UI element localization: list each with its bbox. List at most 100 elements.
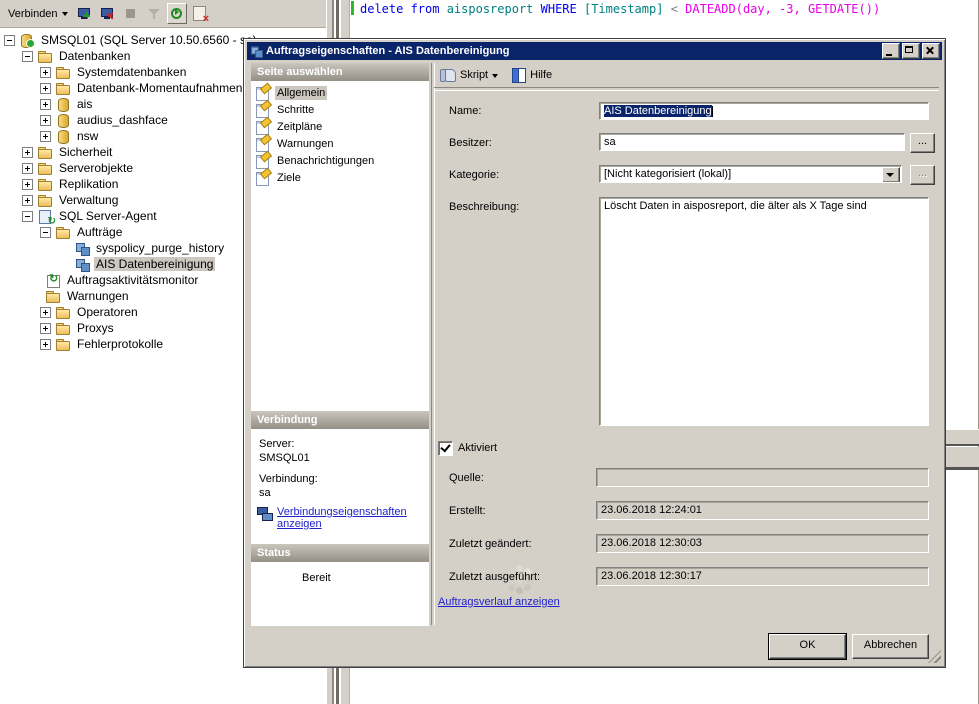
page-icon xyxy=(255,153,271,168)
status-header: Status xyxy=(251,544,429,562)
cancel-button[interactable]: Abbrechen xyxy=(852,634,929,659)
folder-icon xyxy=(38,49,54,64)
script-error-icon xyxy=(193,6,206,21)
status-text: Bereit xyxy=(302,572,331,584)
maximize-button[interactable] xyxy=(902,43,920,59)
name-input[interactable]: AIS Datenbereinigung xyxy=(599,102,929,120)
nav-item-benachrichtigungen[interactable]: Benachrichtigungen xyxy=(251,152,429,169)
connection-properties-icon xyxy=(257,506,274,521)
folder-icon xyxy=(56,337,72,352)
nav-item-ziele[interactable]: Ziele xyxy=(251,169,429,186)
page-icon xyxy=(255,102,271,117)
category-select[interactable]: [Nicht kategorisiert (lokal)] xyxy=(599,165,902,183)
refresh-icon xyxy=(171,8,182,19)
executed-label: Zuletzt ausgeführt: xyxy=(449,571,540,583)
expand-icon[interactable] xyxy=(22,179,33,190)
modified-label: Zuletzt geändert: xyxy=(449,538,532,550)
folder-icon xyxy=(38,161,54,176)
expand-icon[interactable] xyxy=(40,339,51,350)
page-list: Allgemein Schritte Zeitpläne Warnungen B… xyxy=(251,81,429,411)
folder-icon xyxy=(56,305,72,320)
folder-icon xyxy=(56,81,72,96)
refresh-button[interactable] xyxy=(167,3,187,24)
folder-icon xyxy=(56,65,72,80)
sql-code-line[interactable]: delete from aisposreport WHERE [Timestam… xyxy=(360,2,880,16)
expand-icon[interactable] xyxy=(22,163,33,174)
help-button[interactable]: Hilfe xyxy=(506,67,556,83)
nav-item-warnungen[interactable]: Warnungen xyxy=(251,135,429,152)
connect-button[interactable]: Verbinden xyxy=(4,3,72,24)
expand-icon[interactable] xyxy=(22,147,33,158)
activity-monitor-icon xyxy=(46,273,62,288)
dropdown-arrow-icon[interactable] xyxy=(882,167,900,183)
nav-item-zeitplaene[interactable]: Zeitpläne xyxy=(251,118,429,135)
expand-icon[interactable] xyxy=(40,115,51,126)
folder-icon xyxy=(38,145,54,160)
stop-icon xyxy=(126,9,135,18)
ok-button[interactable]: OK xyxy=(769,634,846,659)
owner-input[interactable]: sa xyxy=(599,133,905,151)
expand-icon[interactable] xyxy=(40,307,51,318)
folder-icon xyxy=(38,193,54,208)
collapse-icon[interactable] xyxy=(22,211,33,222)
nav-item-schritte[interactable]: Schritte xyxy=(251,101,429,118)
help-book-icon xyxy=(510,68,526,82)
expand-icon[interactable] xyxy=(40,323,51,334)
server-value: SMSQL01 xyxy=(251,450,429,464)
object-explorer-toolbar: Verbinden xyxy=(0,0,326,28)
enabled-checkbox[interactable] xyxy=(438,441,453,456)
connection-properties-link[interactable]: Verbindungseigenschaftenanzeigen xyxy=(277,506,407,530)
connect-button-label: Verbinden xyxy=(8,8,58,20)
chevron-down-icon xyxy=(62,12,68,19)
disconnect-button[interactable] xyxy=(98,3,118,24)
connect-server-icon xyxy=(78,8,91,20)
dialog-titlebar[interactable]: Auftragseigenschaften - AIS Datenbereini… xyxy=(247,42,942,60)
background-window-edge-top xyxy=(946,429,979,446)
expand-icon[interactable] xyxy=(40,99,51,110)
created-value: 23.06.2018 12:24:01 xyxy=(596,501,929,520)
expand-icon[interactable] xyxy=(22,195,33,206)
select-page-header: Seite auswählen xyxy=(251,63,429,81)
filter-icon xyxy=(147,8,161,20)
description-textarea[interactable]: Löscht Daten in aisposreport, die älter … xyxy=(599,197,929,426)
folder-icon xyxy=(46,289,62,304)
folder-icon xyxy=(56,321,72,336)
script-button[interactable]: Skript xyxy=(436,67,502,83)
minimize-button[interactable] xyxy=(882,43,900,59)
dialog-toolbar: Skript Hilfe xyxy=(436,65,556,85)
sql-agent-icon xyxy=(38,209,54,224)
expand-icon[interactable] xyxy=(40,83,51,94)
disconnect-server-icon xyxy=(101,8,114,20)
panel-divider xyxy=(431,63,435,625)
owner-browse-button[interactable]: ... xyxy=(910,133,935,153)
source-input xyxy=(596,468,929,487)
collapse-icon[interactable] xyxy=(40,227,51,238)
connection-panel: Server: SMSQL01 Verbindung: sa Verbindun… xyxy=(251,429,429,544)
category-label: Kategorie: xyxy=(449,169,499,181)
status-panel xyxy=(251,562,429,626)
expand-icon[interactable] xyxy=(40,131,51,142)
folder-icon xyxy=(38,177,54,192)
database-icon xyxy=(56,97,72,112)
job-icon xyxy=(250,45,264,57)
job-history-link[interactable]: Auftragsverlauf anzeigen xyxy=(438,596,560,608)
name-label: Name: xyxy=(449,105,481,117)
resize-grip[interactable] xyxy=(928,650,941,663)
script-error-button[interactable] xyxy=(190,3,210,24)
page-icon xyxy=(255,170,271,185)
server-icon xyxy=(20,33,36,48)
connect-object-explorer-button[interactable] xyxy=(75,3,95,24)
database-icon xyxy=(56,129,72,144)
script-button-label: Skript xyxy=(460,69,488,81)
enabled-label: Aktiviert xyxy=(458,442,497,454)
expand-icon[interactable] xyxy=(40,67,51,78)
close-button[interactable] xyxy=(922,43,940,59)
script-icon xyxy=(440,68,456,82)
executed-value: 23.06.2018 12:30:17 xyxy=(596,567,929,586)
page-icon xyxy=(255,136,271,151)
server-label: Server: xyxy=(251,429,429,450)
background-window-edge-bottom xyxy=(946,447,979,470)
nav-item-allgemein[interactable]: Allgemein xyxy=(251,84,429,101)
collapse-icon[interactable] xyxy=(22,51,33,62)
collapse-icon[interactable] xyxy=(4,35,15,46)
